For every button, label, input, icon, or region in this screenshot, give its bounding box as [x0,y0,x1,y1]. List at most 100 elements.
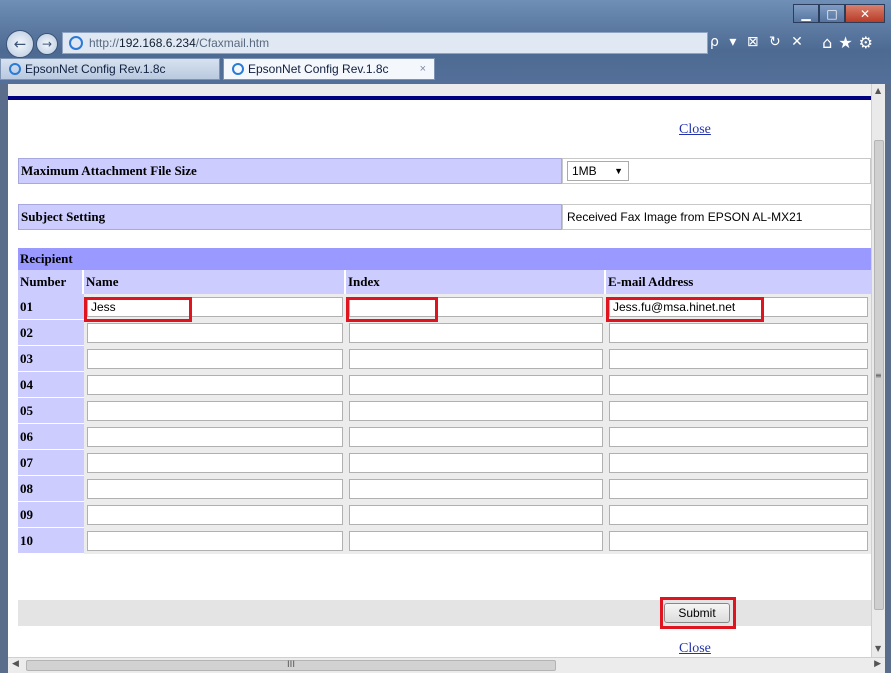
index-input[interactable] [349,479,603,499]
name-input[interactable] [87,453,343,473]
highlight-submit-box [660,597,736,629]
subject-input[interactable]: Received Fax Image from EPSON AL-MX21 [562,204,871,230]
email-input[interactable] [609,453,868,473]
max-attachment-select[interactable]: 1MB ▼ [567,161,629,181]
email-input[interactable] [609,375,868,395]
row-number: 08 [18,476,84,502]
name-cell [84,502,346,528]
column-header-name: Name [84,270,346,294]
row-number: 10 [18,528,84,554]
home-favorites-tools-icons[interactable]: ⌂★⚙ [822,33,879,52]
navigation-bar: ← → http://192.168.6.234/Cfaxmail.htm ρ … [6,30,885,58]
window-controls: ▁ □ ✕ [793,4,885,23]
recipient-title: Recipient [18,248,871,270]
horizontal-scroll-thumb[interactable]: III [26,660,556,671]
browser-chrome: ▁ □ ✕ ← → http://192.168.6.234/Cfaxmail.… [0,0,891,84]
table-row: 02 [18,320,871,346]
column-header-number: Number [18,270,84,294]
name-cell [84,346,346,372]
column-header-index: Index [346,270,606,294]
max-attachment-value: 1MB [572,164,597,178]
address-bar[interactable]: http://192.168.6.234/Cfaxmail.htm [62,32,708,54]
tab-strip: EpsonNet Config Rev.1.8c EpsonNet Config… [0,58,438,82]
index-cell [346,346,606,372]
url-path: /Cfaxmail.htm [195,36,270,50]
index-input[interactable] [349,531,603,551]
name-input[interactable] [87,349,343,369]
name-cell [84,476,346,502]
email-input[interactable] [609,531,868,551]
index-cell [346,502,606,528]
submit-bar: Submit [18,600,871,626]
vertical-scrollbar[interactable]: ▲ ≡ ▼ [871,84,885,657]
email-input[interactable] [609,349,868,369]
email-cell [606,528,871,554]
email-input[interactable] [609,505,868,525]
table-row: 04 [18,372,871,398]
url-host: 192.168.6.234 [119,36,196,50]
scroll-right-icon[interactable]: ▶ [874,659,881,669]
close-window-button[interactable]: ✕ [845,4,885,23]
email-input[interactable] [609,401,868,421]
email-input[interactable] [609,323,868,343]
url-prefix: http:// [89,36,120,50]
index-input[interactable] [349,401,603,421]
row-number: 02 [18,320,84,346]
name-input[interactable] [87,323,343,343]
name-cell [84,398,346,424]
subject-label: Subject Setting [18,204,562,230]
forward-button[interactable]: → [36,33,58,55]
index-input[interactable] [349,349,603,369]
name-input[interactable] [87,479,343,499]
email-cell [606,502,871,528]
index-input[interactable] [349,323,603,343]
scroll-left-icon[interactable]: ◀ [12,659,19,669]
table-row: 07 [18,450,871,476]
name-cell [84,528,346,554]
index-cell [346,476,606,502]
email-cell [606,372,871,398]
scroll-up-icon[interactable]: ▲ [875,86,881,95]
email-cell [606,320,871,346]
close-link-bottom[interactable]: Close [679,641,711,657]
tab-2[interactable]: EpsonNet Config Rev.1.8c × [223,58,435,80]
fax-mail-settings-page: Close Maximum Attachment File Size 1MB ▼… [8,84,871,657]
highlight-index-box [346,297,438,322]
maximize-button[interactable]: □ [819,4,845,23]
highlight-email-box [606,297,764,322]
row-number: 01 [18,294,84,320]
highlight-name-box [84,297,192,322]
tab-close-icon[interactable]: × [420,63,426,75]
name-input[interactable] [87,401,343,421]
index-input[interactable] [349,427,603,447]
name-input[interactable] [87,427,343,447]
name-cell [84,320,346,346]
name-input[interactable] [87,531,343,551]
name-input[interactable] [87,375,343,395]
index-cell [346,372,606,398]
index-cell [346,528,606,554]
index-input[interactable] [349,453,603,473]
top-rule [8,84,871,100]
table-row: 10 [18,528,871,554]
email-input[interactable] [609,479,868,499]
name-input[interactable] [87,505,343,525]
row-number: 04 [18,372,84,398]
index-input[interactable] [349,375,603,395]
back-button[interactable]: ← [6,30,34,58]
address-tools-icons[interactable]: ρ ▾ ⊠ ↻ ✕ [710,34,806,50]
max-attachment-cell: 1MB ▼ [562,158,871,184]
horizontal-scrollbar[interactable]: ◀ III ▶ [8,657,885,673]
email-input[interactable] [609,427,868,447]
index-cell [346,398,606,424]
index-input[interactable] [349,505,603,525]
name-cell [84,424,346,450]
email-cell [606,450,871,476]
tab-1[interactable]: EpsonNet Config Rev.1.8c [0,58,220,80]
index-cell [346,450,606,476]
minimize-button[interactable]: ▁ [793,4,819,23]
email-cell [606,476,871,502]
close-link-top[interactable]: Close [679,122,711,138]
tab-label: EpsonNet Config Rev.1.8c [248,62,389,76]
scroll-down-icon[interactable]: ▼ [875,644,881,653]
